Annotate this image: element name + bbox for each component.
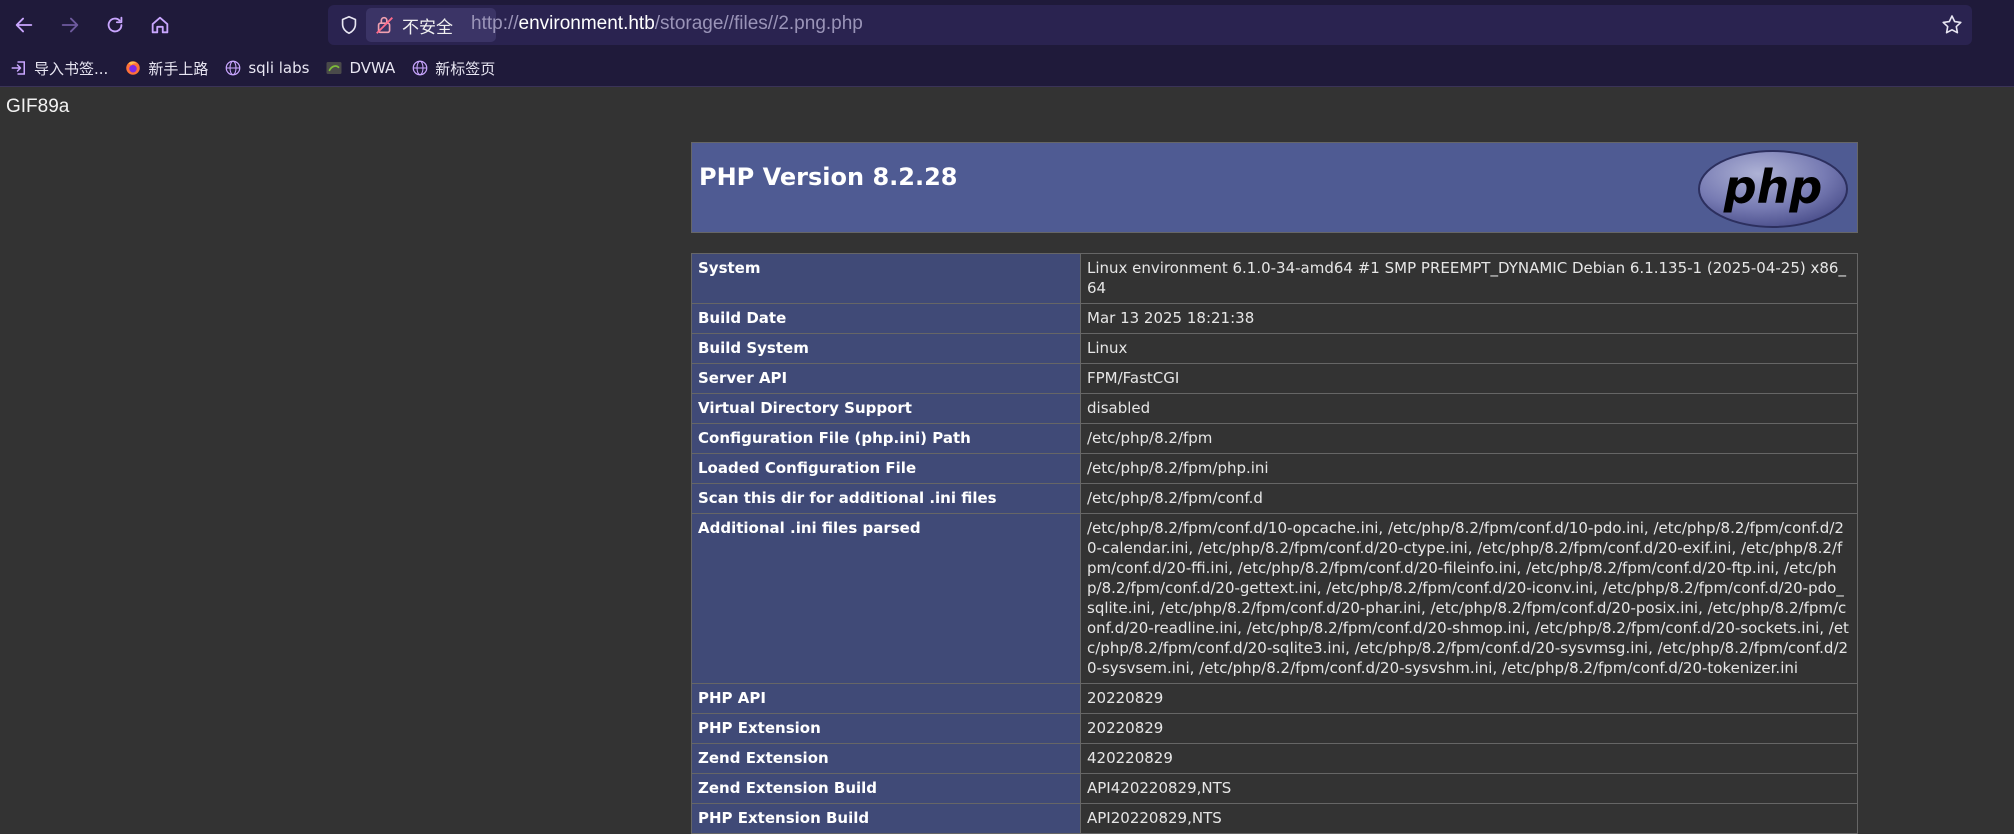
- bookmarks-bar: 导入书签... 新手上路 sqli labs DVWA 新标签页: [0, 50, 2014, 87]
- url-path: /storage//files//2.png.php: [654, 13, 863, 34]
- phpinfo-container: PHP Version 8.2.28 php System Linux envir…: [691, 142, 1858, 834]
- info-value: FPM/FastCGI: [1080, 363, 1858, 394]
- dvwa-icon: [326, 62, 342, 74]
- bookmark-label: 新标签页: [435, 59, 496, 78]
- bookmark-label: 新手上路: [148, 59, 209, 78]
- shield-icon[interactable]: [338, 14, 360, 36]
- import-icon: [11, 61, 25, 75]
- info-key: Build System: [691, 333, 1081, 364]
- info-key: Zend Extension Build: [691, 773, 1081, 804]
- url-scheme: http://: [471, 13, 519, 34]
- home-button[interactable]: [143, 8, 177, 42]
- info-key: Configuration File (php.ini) Path: [691, 423, 1081, 454]
- insecure-lock-icon: [376, 16, 393, 34]
- globe-icon: [412, 60, 428, 76]
- reload-icon: [107, 16, 123, 33]
- info-key: PHP API: [691, 683, 1081, 714]
- info-row: Build System Linux: [691, 333, 1858, 364]
- info-value: Linux: [1080, 333, 1858, 364]
- bookmark-label: sqli labs: [248, 59, 310, 77]
- info-key: Additional .ini files parsed: [691, 513, 1081, 684]
- arrow-left-icon: [15, 17, 33, 33]
- info-row: Server API FPM/FastCGI: [691, 363, 1858, 394]
- info-value: 420220829: [1080, 743, 1858, 774]
- info-value: disabled: [1080, 393, 1858, 424]
- reload-button[interactable]: [98, 8, 132, 42]
- info-value: Mar 13 2025 18:21:38: [1080, 303, 1858, 334]
- info-key: PHP Extension Build: [691, 803, 1081, 834]
- info-row: Virtual Directory Support disabled: [691, 393, 1858, 424]
- info-key: Server API: [691, 363, 1081, 394]
- back-button[interactable]: [7, 8, 41, 42]
- globe-icon: [225, 60, 241, 76]
- bookmark-new-tab[interactable]: 新标签页: [411, 58, 495, 79]
- info-row: System Linux environment 6.1.0-34-amd64 #…: [691, 253, 1858, 304]
- info-value: /etc/php/8.2/fpm/conf.d/10-opcache.ini, …: [1080, 513, 1858, 684]
- info-value: 20220829: [1080, 713, 1858, 744]
- info-key: Zend Extension: [691, 743, 1081, 774]
- info-value: Linux environment 6.1.0-34-amd64 #1 SMP …: [1080, 253, 1858, 304]
- info-key: Loaded Configuration File: [691, 453, 1081, 484]
- bookmark-sqli-labs[interactable]: sqli labs: [224, 59, 309, 77]
- home-icon: [151, 16, 169, 34]
- phpinfo-table: System Linux environment 6.1.0-34-amd64 #…: [691, 253, 1858, 834]
- gif-magic-header: GIF89a: [6, 96, 70, 117]
- info-key: Build Date: [691, 303, 1081, 334]
- url-host: environment.htb: [518, 13, 655, 34]
- firefox-icon: [126, 61, 141, 75]
- url-text[interactable]: http://environment.htb/storage//files//2…: [471, 13, 863, 35]
- info-value: API20220829,NTS: [1080, 803, 1858, 834]
- bookmark-dvwa[interactable]: DVWA: [325, 59, 395, 77]
- info-row: PHP API 20220829: [691, 683, 1858, 714]
- bookmark-import[interactable]: 导入书签...: [10, 58, 108, 79]
- arrow-right-icon: [61, 17, 79, 33]
- info-value: /etc/php/8.2/fpm/conf.d: [1080, 483, 1858, 514]
- info-key: PHP Extension: [691, 713, 1081, 744]
- bookmark-star-icon[interactable]: [1940, 13, 1964, 37]
- php-version-title: PHP Version 8.2.28: [699, 163, 958, 191]
- security-label: 不安全: [402, 17, 453, 38]
- browser-toolbar: 不安全 http://environment.htb/storage//file…: [0, 0, 2014, 50]
- php-logo-text: php: [1723, 160, 1823, 214]
- info-row: Configuration File (php.ini) Path/etc/ph…: [691, 423, 1858, 454]
- bookmark-getting-started[interactable]: 新手上路: [124, 58, 208, 79]
- info-value: /etc/php/8.2/fpm/php.ini: [1080, 453, 1858, 484]
- info-value: API420220829,NTS: [1080, 773, 1858, 804]
- info-row: Build Date Mar 13 2025 18:21:38: [691, 303, 1858, 334]
- info-row: Zend Extension Build API420220829,NTS: [691, 773, 1858, 804]
- info-key: Virtual Directory Support: [691, 393, 1081, 424]
- bookmark-label: DVWA: [349, 59, 396, 77]
- info-value: 20220829: [1080, 683, 1858, 714]
- info-value: /etc/php/8.2/fpm: [1080, 423, 1858, 454]
- address-bar[interactable]: 不安全 http://environment.htb/storage//file…: [328, 5, 1972, 45]
- bookmark-label: 导入书签...: [34, 59, 109, 78]
- phpinfo-header: PHP Version 8.2.28 php: [691, 142, 1858, 233]
- info-row: Loaded Configuration File/etc/php/8.2/fp…: [691, 453, 1858, 484]
- info-row: Additional .ini files parsed/etc/php/8.2…: [691, 513, 1858, 684]
- php-logo[interactable]: php: [1697, 149, 1849, 229]
- info-key: System: [691, 253, 1081, 304]
- info-row: Zend Extension 420220829: [691, 743, 1858, 774]
- forward-button[interactable]: [53, 8, 87, 42]
- info-row: PHP Extension Build API20220829,NTS: [691, 803, 1858, 834]
- info-row: Scan this dir for additional .ini files /…: [691, 483, 1858, 514]
- info-row: PHP Extension 20220829: [691, 713, 1858, 744]
- info-key: Scan this dir for additional .ini files: [691, 483, 1081, 514]
